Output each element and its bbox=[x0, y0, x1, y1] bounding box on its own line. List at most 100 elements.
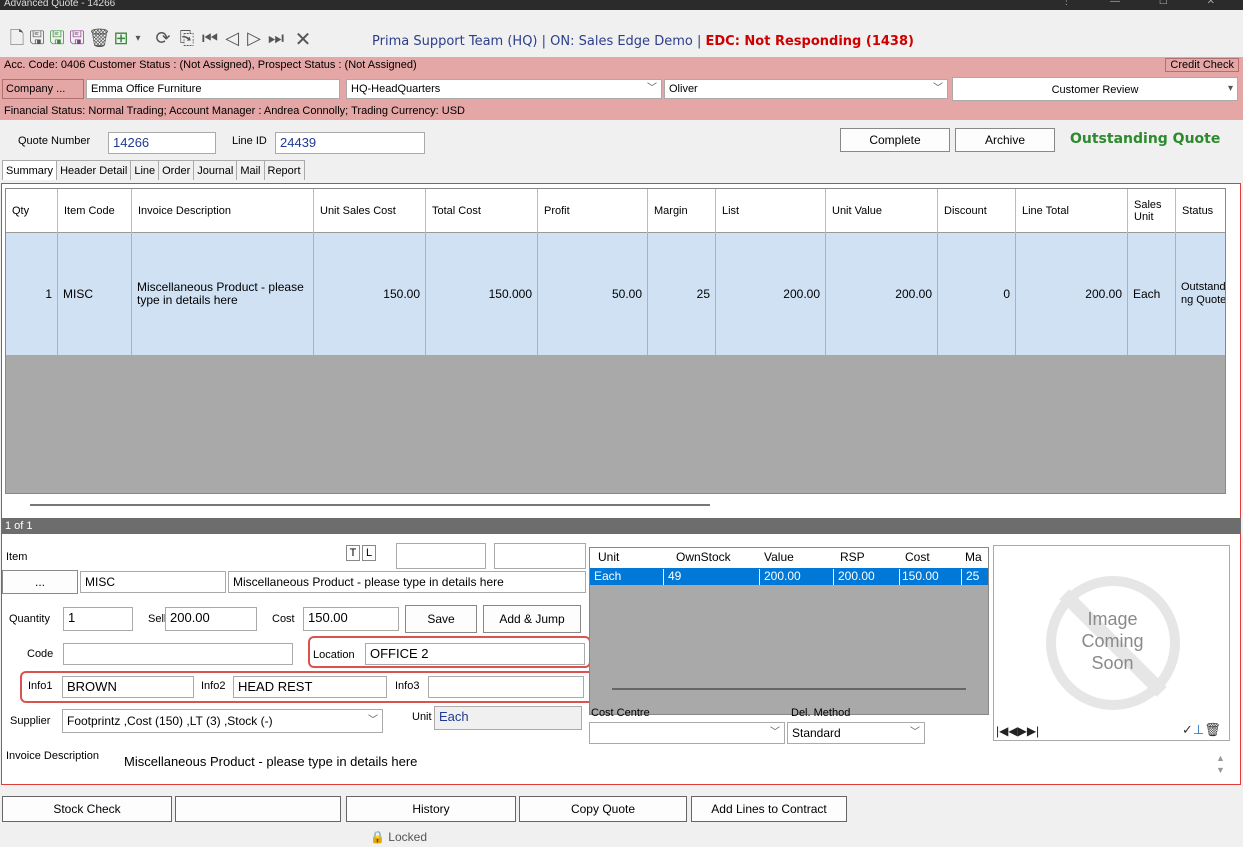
add-jump-button[interactable]: Add & Jump bbox=[483, 605, 581, 633]
quantity-field[interactable]: 1 bbox=[63, 607, 133, 631]
stock-table[interactable]: Unit OwnStock Value RSP Cost Ma Each 49 … bbox=[589, 547, 989, 715]
cell-unit-sales-cost[interactable]: 150.00 bbox=[314, 233, 426, 355]
cell-line-total[interactable]: 200.00 bbox=[1016, 233, 1128, 355]
cost-field[interactable]: 150.00 bbox=[303, 607, 399, 631]
del-method-select[interactable]: Standard ﹀ bbox=[787, 722, 925, 744]
cell-discount[interactable]: 0 bbox=[938, 233, 1016, 355]
t-button[interactable]: T bbox=[346, 545, 360, 561]
tab-order[interactable]: Order bbox=[158, 160, 195, 180]
l-button[interactable]: L bbox=[362, 545, 376, 561]
new-icon[interactable]: 🗋 bbox=[8, 28, 26, 50]
tab-journal[interactable]: Journal bbox=[193, 160, 238, 180]
company-button[interactable]: Company ... bbox=[2, 79, 84, 99]
info1-field[interactable]: BROWN bbox=[62, 676, 194, 698]
tab-line[interactable]: Line bbox=[130, 160, 160, 180]
cell-item-code[interactable]: MISC bbox=[58, 233, 132, 355]
column-header[interactable]: Status bbox=[1176, 189, 1225, 233]
item-extra-field-1[interactable] bbox=[396, 543, 486, 569]
save-icon[interactable]: 🖫 bbox=[28, 28, 46, 50]
column-header[interactable]: Total Cost bbox=[426, 189, 538, 233]
code-field[interactable] bbox=[63, 643, 293, 665]
stock-column-header[interactable]: Ma bbox=[965, 550, 982, 564]
history-button[interactable]: History bbox=[346, 796, 516, 822]
prev-image-icon[interactable]: ◀ bbox=[1008, 724, 1017, 738]
stock-cell-margin[interactable]: 25 bbox=[966, 569, 986, 585]
last-image-icon[interactable]: ▶| bbox=[1027, 724, 1039, 738]
cell-sales-unit[interactable]: Each bbox=[1128, 233, 1176, 355]
cost-centre-select[interactable]: ﹀ bbox=[589, 722, 785, 744]
copy-icon[interactable]: ⎘ bbox=[177, 28, 197, 50]
column-header[interactable]: Sales Unit bbox=[1128, 189, 1176, 233]
cell-profit[interactable]: 50.00 bbox=[538, 233, 648, 355]
archive-button[interactable]: Archive bbox=[955, 128, 1055, 152]
tab-report[interactable]: Report bbox=[263, 160, 305, 180]
column-header[interactable]: Profit bbox=[538, 189, 648, 233]
refresh-icon[interactable]: ⟳ bbox=[153, 28, 173, 50]
check-icon[interactable]: ✓ bbox=[1182, 722, 1193, 737]
save-close-icon[interactable]: 🖫 bbox=[68, 28, 86, 50]
stock-cell-unit[interactable]: Each bbox=[594, 569, 664, 585]
stock-column-header[interactable]: RSP bbox=[840, 550, 865, 564]
sell-field[interactable]: 200.00 bbox=[165, 607, 257, 631]
site-select[interactable]: HQ-HeadQuarters ﹀ bbox=[346, 79, 662, 99]
info2-field[interactable]: HEAD REST bbox=[233, 676, 387, 698]
cell-status[interactable]: Outstanding Quote bbox=[1176, 233, 1225, 355]
item-lookup-button[interactable]: ... bbox=[2, 570, 78, 594]
invoice-description-field[interactable]: Miscellaneous Product - please type in d… bbox=[120, 744, 1216, 780]
location-field[interactable]: OFFICE 2 bbox=[365, 643, 585, 665]
stock-column-header[interactable]: Value bbox=[764, 550, 794, 564]
table-row[interactable]: 1 MISC Miscellaneous Product - please ty… bbox=[6, 233, 1225, 355]
save-green-icon[interactable]: 🖫 bbox=[48, 28, 66, 50]
stock-cell-value[interactable]: 200.00 bbox=[764, 569, 834, 585]
column-header[interactable]: List bbox=[716, 189, 826, 233]
stock-scrollbar[interactable] bbox=[612, 688, 966, 690]
stock-column-header[interactable]: Unit bbox=[598, 550, 619, 564]
copy-quote-button[interactable]: Copy Quote bbox=[519, 796, 687, 822]
add-lines-to-contract-button[interactable]: Add Lines to Contract bbox=[691, 796, 847, 822]
stock-row[interactable]: Each 49 200.00 200.00 150.00 25 bbox=[590, 568, 988, 585]
customer-review-select[interactable]: Customer Review ▾ bbox=[952, 77, 1238, 101]
company-field[interactable]: Emma Office Furniture bbox=[86, 79, 340, 99]
quote-lines-grid[interactable]: Qty Item Code Invoice Description Unit S… bbox=[5, 188, 1226, 494]
description-scroll-arrows[interactable]: ▲ ▼ bbox=[1216, 752, 1225, 776]
stock-column-header[interactable]: OwnStock bbox=[676, 550, 731, 564]
horizontal-scrollbar[interactable] bbox=[30, 504, 710, 506]
column-header[interactable]: Margin bbox=[648, 189, 716, 233]
contact-select[interactable]: Oliver ﹀ bbox=[664, 79, 948, 99]
column-header[interactable]: Item Code bbox=[58, 189, 132, 233]
save-button[interactable]: Save bbox=[405, 605, 477, 633]
supplier-select[interactable]: Footprintz ,Cost (150) ,LT (3) ,Stock (-… bbox=[62, 709, 383, 733]
stock-check-button[interactable]: Stock Check bbox=[2, 796, 172, 822]
column-header[interactable]: Unit Value bbox=[826, 189, 938, 233]
column-header[interactable]: Invoice Description bbox=[132, 189, 314, 233]
delete-icon[interactable]: 🗑 bbox=[88, 28, 111, 50]
tab-mail[interactable]: Mail bbox=[236, 160, 265, 180]
window-controls[interactable]: ⋮ — ☐ ✕ bbox=[1061, 0, 1233, 7]
stock-cell-cost[interactable]: 150.00 bbox=[902, 569, 962, 585]
cell-qty[interactable]: 1 bbox=[6, 233, 58, 355]
chevron-down-icon[interactable]: ▾ bbox=[132, 28, 144, 50]
item-extra-field-2[interactable] bbox=[494, 543, 586, 569]
upload-icon[interactable]: ⊥ bbox=[1193, 722, 1204, 737]
tab-header-detail[interactable]: Header Detail bbox=[56, 160, 132, 180]
stock-cell-rsp[interactable]: 200.00 bbox=[838, 569, 900, 585]
cell-total-cost[interactable]: 150.000 bbox=[426, 233, 538, 355]
last-record-icon[interactable]: ⏭ bbox=[266, 28, 286, 50]
stock-cell-ownstock[interactable]: 49 bbox=[668, 569, 760, 585]
cell-margin[interactable]: 25 bbox=[648, 233, 716, 355]
first-image-icon[interactable]: |◀ bbox=[996, 724, 1008, 738]
column-header[interactable]: Unit Sales Cost bbox=[314, 189, 426, 233]
column-header[interactable]: Discount bbox=[938, 189, 1016, 233]
next-record-icon[interactable]: ▷ bbox=[244, 28, 264, 50]
column-header[interactable]: Qty bbox=[6, 189, 58, 233]
cell-list[interactable]: 200.00 bbox=[716, 233, 826, 355]
next-image-icon[interactable]: ▶ bbox=[1018, 724, 1027, 738]
prev-record-icon[interactable]: ◁ bbox=[222, 28, 242, 50]
stock-column-header[interactable]: Cost bbox=[905, 550, 930, 564]
column-header[interactable]: Line Total bbox=[1016, 189, 1128, 233]
item-code-field[interactable]: MISC bbox=[80, 571, 226, 593]
blank-button[interactable] bbox=[175, 796, 341, 822]
close-x-icon[interactable]: ✕ bbox=[292, 28, 314, 50]
cell-unit-value[interactable]: 200.00 bbox=[826, 233, 938, 355]
add-line-icon[interactable]: ⊞ bbox=[112, 28, 130, 50]
